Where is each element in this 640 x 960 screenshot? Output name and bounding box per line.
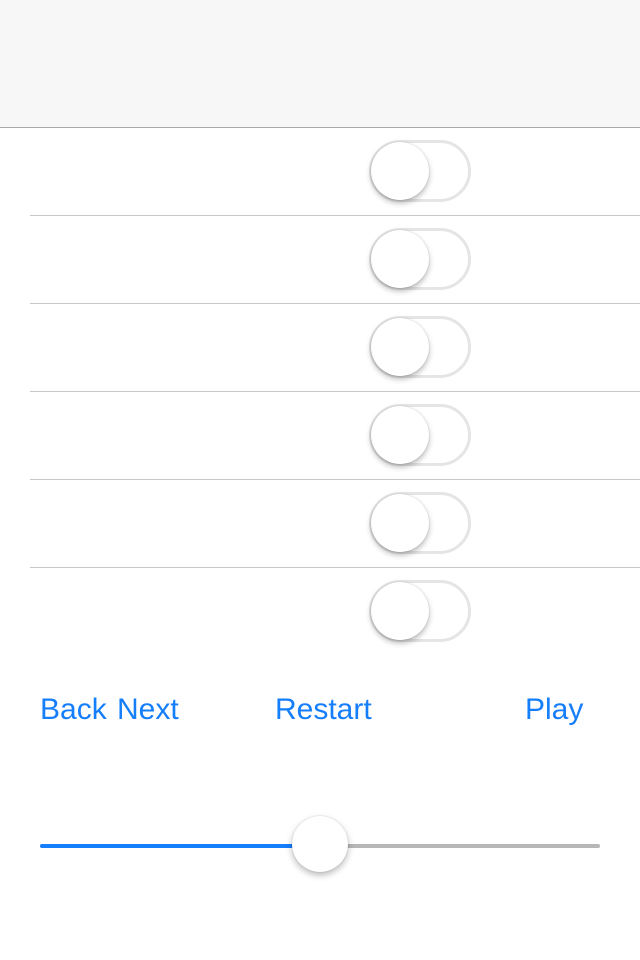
toggle-switch[interactable] — [369, 228, 471, 290]
list-row — [0, 480, 640, 568]
back-button[interactable]: Back — [40, 692, 107, 728]
toolbar: Back Next Restart Play — [0, 680, 640, 742]
restart-button[interactable]: Restart — [275, 692, 372, 728]
switch-knob — [371, 230, 429, 288]
switch-knob — [371, 318, 429, 376]
toggle-switch[interactable] — [369, 580, 471, 642]
next-button[interactable]: Next — [117, 692, 179, 728]
progress-slider[interactable] — [40, 815, 600, 875]
navigation-bar — [0, 0, 640, 128]
switch-knob — [371, 142, 429, 200]
list-row — [0, 304, 640, 392]
list-row — [0, 392, 640, 480]
switch-knob — [371, 582, 429, 640]
play-button[interactable]: Play — [525, 692, 583, 728]
slider-thumb[interactable] — [292, 816, 348, 872]
slider-track-remaining — [320, 844, 600, 848]
screen: Back Next Restart Play — [0, 0, 640, 960]
switch-knob — [371, 494, 429, 552]
toggle-switch[interactable] — [369, 316, 471, 378]
list-row — [0, 128, 640, 216]
switch-list — [0, 128, 640, 656]
toggle-switch[interactable] — [369, 404, 471, 466]
switch-knob — [371, 406, 429, 464]
toggle-switch[interactable] — [369, 140, 471, 202]
slider-track-filled — [40, 844, 320, 848]
list-row — [0, 216, 640, 304]
list-row — [0, 568, 640, 656]
toggle-switch[interactable] — [369, 492, 471, 554]
